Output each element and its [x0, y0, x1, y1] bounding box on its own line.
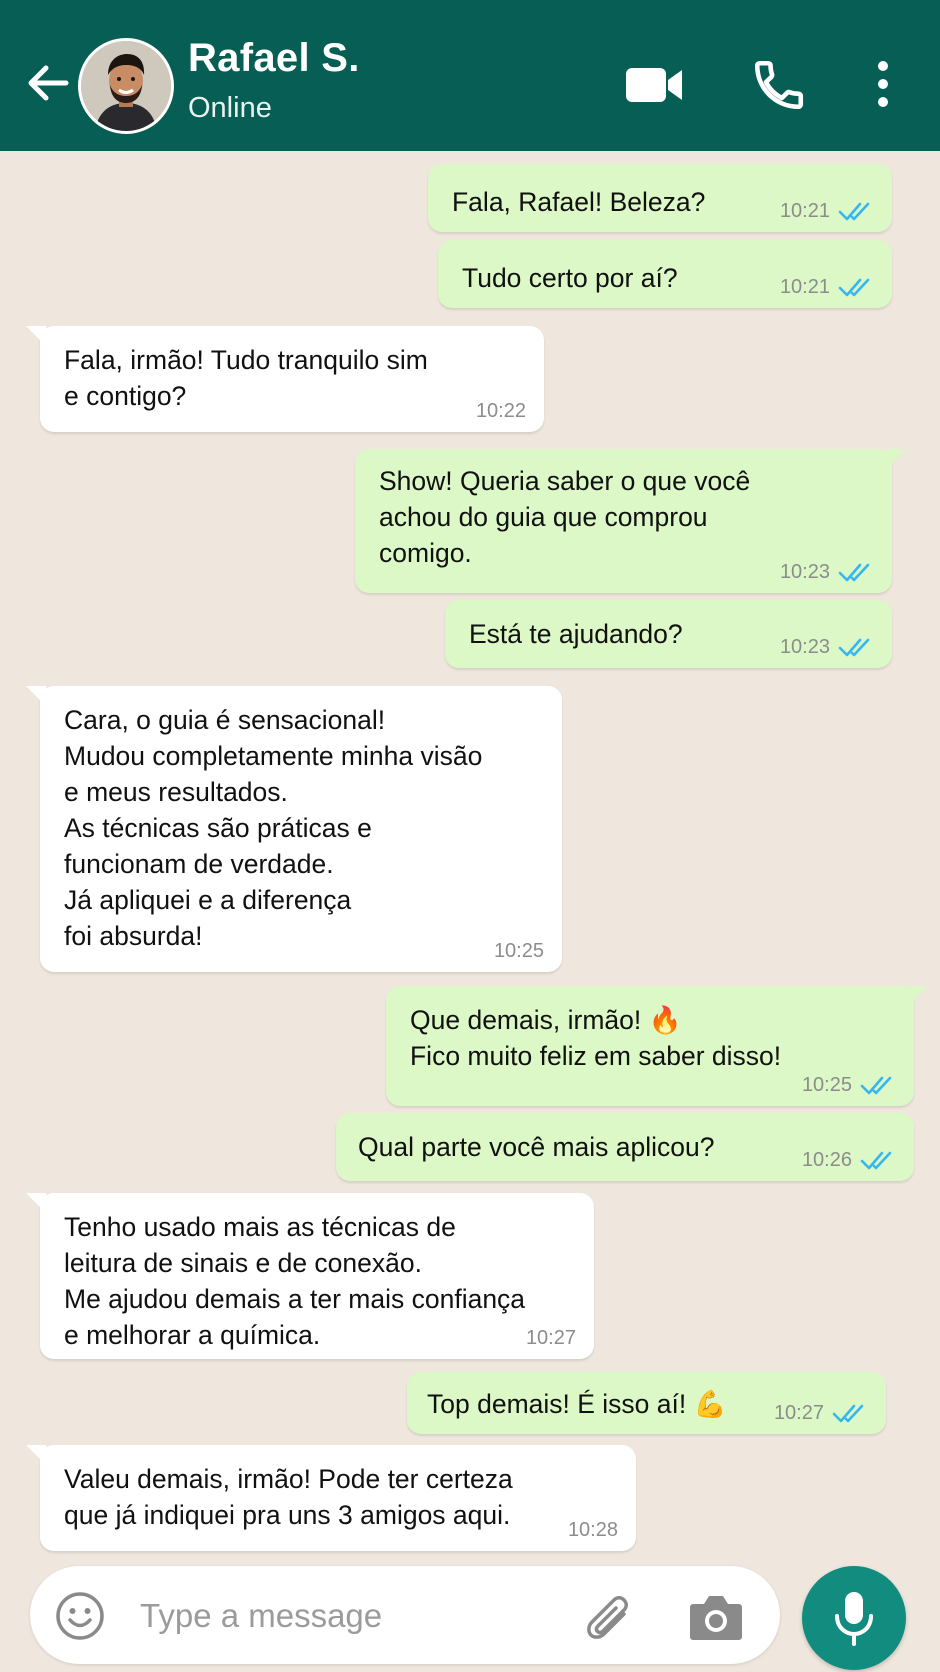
incoming-message[interactable]: Cara, o guia é sensacional! Mudou comple… — [26, 686, 562, 972]
message-text: Já apliquei e a diferença — [64, 885, 352, 915]
mic-icon — [835, 1592, 873, 1646]
outgoing-message[interactable]: Top demais! É isso aí! 💪 10:27 — [407, 1372, 886, 1434]
message-text: Cara, o guia é sensacional! — [64, 705, 386, 735]
message-meta: 10:23 — [780, 561, 874, 583]
double-check-icon — [838, 563, 870, 582]
message-time: 10:23 — [779, 561, 830, 583]
emoji-button[interactable] — [54, 1590, 106, 1642]
message-text: As técnicas são práticas e — [64, 813, 372, 843]
message-text: Me ajudou demais a ter mais confiança — [64, 1284, 526, 1314]
double-check-icon — [832, 1404, 864, 1423]
message-text: e contigo? — [64, 381, 187, 411]
message-meta: 10:27 — [774, 1402, 868, 1424]
message-text: Mudou completamente minha visão — [64, 741, 483, 771]
outgoing-message[interactable]: Tudo certo por aí? 10:21 — [438, 240, 892, 308]
message-text: e melhorar a química. — [64, 1320, 321, 1350]
outgoing-message[interactable]: Qual parte você mais aplicou? 10:26 — [336, 1113, 914, 1181]
message-meta: 10:26 — [802, 1149, 896, 1171]
message-text: Fico muito feliz em saber disso! — [410, 1041, 782, 1071]
message-time: 10:27 — [525, 1327, 576, 1349]
message-text: Show! Queria saber o que você — [379, 466, 751, 496]
message-meta: 10:21 — [780, 200, 874, 222]
message-meta: 10:23 — [780, 636, 874, 658]
message-time: 10:25 — [493, 940, 544, 962]
double-check-icon — [860, 1151, 892, 1170]
message-text: leitura de sinais e de conexão. — [64, 1248, 422, 1278]
message-text: e meus resultados. — [64, 777, 288, 807]
bubble-tail — [908, 986, 928, 1006]
message-text: que já indiquei pra uns 3 amigos aqui. — [64, 1500, 511, 1530]
avatar[interactable] — [78, 38, 174, 134]
back-arrow-icon — [28, 65, 69, 101]
video-call-icon — [626, 68, 682, 102]
camera-icon — [690, 1596, 742, 1640]
incoming-message[interactable]: Fala, irmão! Tudo tranquilo sim e contig… — [26, 326, 544, 432]
camera-button[interactable] — [688, 1592, 744, 1642]
video-call-button[interactable] — [624, 60, 686, 110]
contact-status: Online — [188, 92, 272, 124]
message-text: foi absurda! — [64, 921, 203, 951]
double-check-icon — [838, 278, 870, 297]
outgoing-message[interactable]: Fala, Rafael! Beleza? 10:21 — [428, 164, 892, 232]
message-meta: 10:27 — [526, 1327, 576, 1349]
message-time: 10:21 — [779, 276, 830, 298]
message-text: Valeu demais, irmão! Pode ter certeza — [64, 1464, 513, 1494]
phone-icon — [754, 60, 804, 110]
incoming-message[interactable]: Tenho usado mais as técnicas de leitura … — [26, 1193, 594, 1359]
message-time: 10:21 — [779, 200, 830, 222]
double-check-icon — [838, 638, 870, 657]
message-time: 10:27 — [773, 1402, 824, 1424]
message-text: funcionam de verdade. — [64, 849, 334, 879]
message-meta: 10:25 — [802, 1074, 896, 1096]
emoji-icon — [56, 1592, 104, 1640]
incoming-message[interactable]: Valeu demais, irmão! Pode ter certeza qu… — [26, 1445, 636, 1551]
outgoing-message[interactable]: Que demais, irmão! 🔥 Fico muito feliz em… — [386, 986, 928, 1106]
message-meta: 10:28 — [568, 1519, 618, 1541]
back-button[interactable] — [22, 58, 72, 108]
message-time: 10:26 — [801, 1149, 852, 1171]
message-text: Fala, irmão! Tudo tranquilo sim — [64, 345, 428, 375]
more-options-button[interactable] — [868, 58, 898, 112]
chat-header: Rafael S. Online — [0, 0, 940, 151]
message-list[interactable]: Fala, Rafael! Beleza? 10:21 Tudo certo p… — [0, 151, 940, 1561]
message-meta: 10:22 — [476, 400, 526, 422]
voice-call-button[interactable] — [750, 56, 808, 114]
bubble-tail — [26, 686, 46, 706]
bubble-tail — [26, 326, 46, 346]
message-time: 10:22 — [475, 400, 526, 422]
double-check-icon — [860, 1076, 892, 1095]
more-vertical-icon — [878, 61, 888, 107]
message-meta: 10:25 — [494, 940, 544, 962]
message-meta: 10:21 — [780, 276, 874, 298]
outgoing-message[interactable]: Está te ajudando? 10:23 — [445, 600, 892, 668]
bubble-tail — [886, 449, 906, 469]
message-time: 10:25 — [801, 1074, 852, 1096]
message-time: 10:28 — [567, 1519, 618, 1541]
bubble-tail — [26, 1193, 46, 1213]
outgoing-message[interactable]: Show! Queria saber o que você achou do g… — [355, 449, 906, 593]
double-check-icon — [838, 202, 870, 221]
message-composer — [30, 1566, 780, 1664]
contact-name[interactable]: Rafael S. — [188, 36, 360, 81]
message-time: 10:23 — [779, 636, 830, 658]
bubble-tail — [26, 1445, 46, 1465]
message-text: achou do guia que comprou — [379, 502, 708, 532]
message-input[interactable] — [138, 1588, 582, 1644]
message-text: Tenho usado mais as técnicas de — [64, 1212, 456, 1242]
voice-message-button[interactable] — [802, 1566, 906, 1670]
attach-icon — [587, 1596, 628, 1639]
attach-button[interactable] — [578, 1588, 636, 1646]
message-text: Que demais, irmão! 🔥 — [410, 1005, 682, 1035]
